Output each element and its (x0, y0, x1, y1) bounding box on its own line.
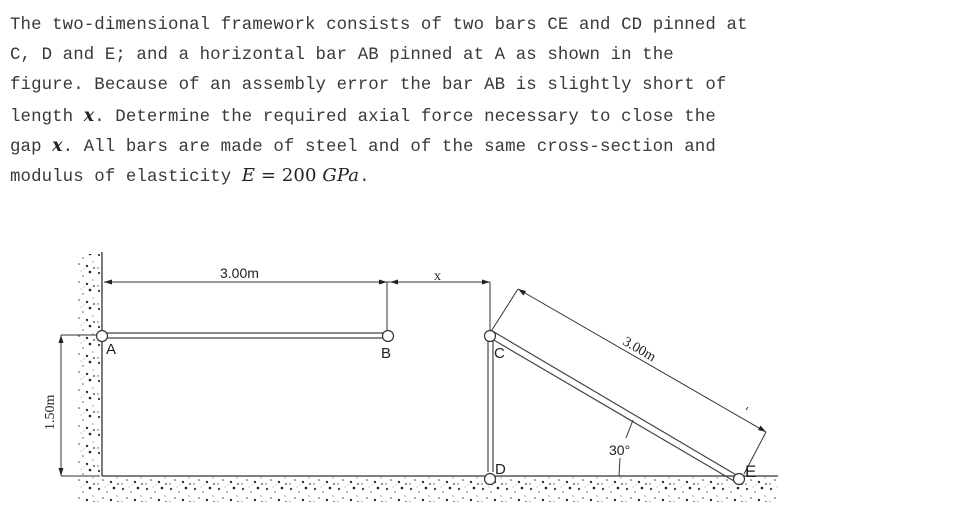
node-label-e: E (745, 462, 756, 481)
pin-d (483, 472, 497, 486)
pin-a (95, 329, 109, 343)
ground-support (78, 476, 778, 502)
angle-label: 30° (609, 442, 630, 458)
node-label-b: B (381, 345, 391, 362)
node-label-a: A (106, 341, 116, 358)
bar-ab (107, 332, 384, 339)
pin-e (732, 472, 746, 486)
node-label-d: D (495, 461, 506, 478)
bar-cd (487, 340, 494, 472)
dimension-ab-label: 3.00m (220, 265, 259, 281)
dimension-height-label: 1.50m (43, 395, 58, 431)
bar-ce (491, 331, 739, 482)
wall-support (78, 254, 102, 476)
dimension-ab (104, 279, 388, 331)
dimension-gap-label: x (434, 269, 441, 284)
framework-diagram: 3.00m x 3.00m 1.50m 30° A B C D E (43, 252, 778, 502)
pin-b (381, 329, 395, 343)
dimension-gap (387, 279, 491, 333)
dimension-ce-label: 3.00m (620, 334, 658, 365)
pin-c (483, 329, 497, 343)
node-label-c: C (494, 345, 505, 362)
